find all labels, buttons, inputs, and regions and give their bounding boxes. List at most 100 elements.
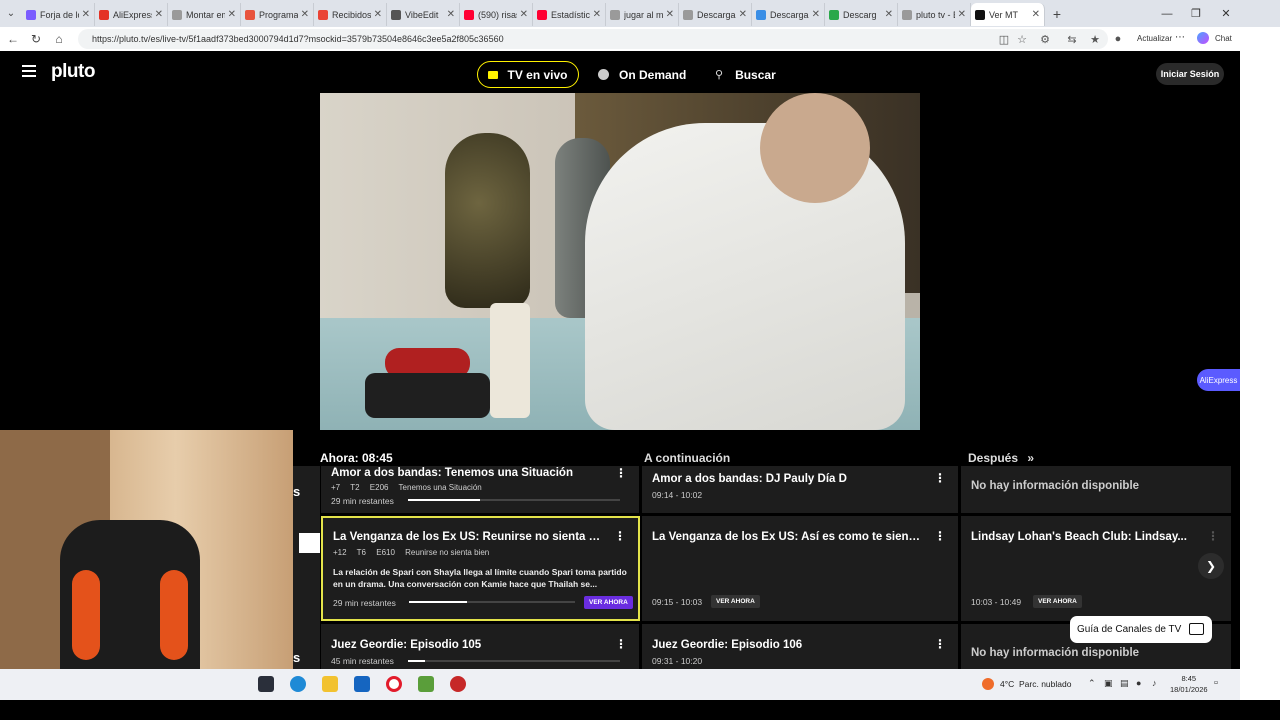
program-cell-after[interactable]: No hay información disponible bbox=[961, 466, 1231, 513]
home-icon[interactable]: ⌂ bbox=[48, 32, 70, 46]
outlook-icon[interactable] bbox=[354, 676, 370, 692]
windows-icon[interactable] bbox=[258, 676, 274, 692]
tab-close-icon[interactable]: ✕ bbox=[301, 9, 309, 20]
tab-close-icon[interactable]: ✕ bbox=[666, 9, 674, 20]
watch-now-button[interactable]: VER AHORA bbox=[1033, 595, 1082, 608]
tab-close-icon[interactable]: ✕ bbox=[812, 9, 820, 20]
collections-icon[interactable]: ★ bbox=[1087, 31, 1103, 47]
url-bar[interactable]: https://pluto.tv/es/live-tv/5f1aadf373be… bbox=[78, 29, 1108, 49]
tray-icon[interactable]: ▣ bbox=[1104, 678, 1113, 689]
profile-avatar[interactable]: ● bbox=[1110, 31, 1126, 47]
microphone-icon[interactable]: ● bbox=[1136, 678, 1141, 688]
edge-icon[interactable] bbox=[290, 676, 306, 692]
aliexpress-floating-button[interactable]: AliExpress bbox=[1197, 369, 1240, 391]
copilot-icon[interactable] bbox=[1197, 32, 1209, 44]
program-cell-now-selected[interactable]: La Venganza de los Ex US: Reunirse no si… bbox=[321, 516, 640, 621]
back-icon[interactable]: ← bbox=[2, 32, 24, 46]
app-icon[interactable] bbox=[450, 676, 466, 692]
browser-tab[interactable]: Montar em✕ bbox=[168, 3, 241, 26]
browser-tab[interactable]: Recibidos (✕ bbox=[314, 3, 387, 26]
opera-icon[interactable] bbox=[386, 676, 402, 692]
program-cell-after[interactable]: Lindsay Lohan's Beach Club: Lindsay... 1… bbox=[961, 516, 1231, 621]
tab-close-icon[interactable]: ✕ bbox=[1032, 9, 1040, 20]
tab-close-icon[interactable]: ✕ bbox=[958, 9, 966, 20]
episode-title: Reunirse no sienta bien bbox=[405, 548, 490, 557]
sync-icon[interactable]: ⇆ bbox=[1064, 31, 1080, 47]
video-player[interactable] bbox=[320, 93, 920, 430]
program-cell-next[interactable]: Amor a dos bandas: DJ Pauly Día D 09:14 … bbox=[642, 466, 958, 513]
tab-close-icon[interactable]: ✕ bbox=[520, 9, 528, 20]
tab-label: Descarga R bbox=[770, 9, 809, 20]
more-options-icon[interactable]: ⋮ bbox=[1207, 529, 1219, 543]
network-icon[interactable]: ▤ bbox=[1120, 678, 1129, 689]
tab-close-icon[interactable]: ✕ bbox=[374, 9, 382, 20]
system-clock[interactable]: 8:45 18/01/2026 bbox=[1170, 673, 1208, 695]
more-options-icon[interactable]: ⋮ bbox=[934, 529, 946, 543]
more-options-icon[interactable]: ⋮ bbox=[615, 466, 627, 480]
close-window-icon[interactable]: ✕ bbox=[1211, 0, 1241, 27]
tab-close-icon[interactable]: ✕ bbox=[155, 9, 163, 20]
browser-tab[interactable]: Estadísticas✕ bbox=[533, 3, 606, 26]
tab-close-icon[interactable]: ✕ bbox=[447, 9, 455, 20]
maximize-icon[interactable]: ❐ bbox=[1181, 0, 1211, 27]
browser-tab[interactable]: (590) risas ✕ bbox=[460, 3, 533, 26]
browser-tab[interactable]: VibeEdit ✕ bbox=[387, 3, 460, 26]
minecraft-icon[interactable] bbox=[418, 676, 434, 692]
browser-tab[interactable]: Ver MT ✕ bbox=[971, 3, 1045, 26]
browser-tab[interactable]: Descarg ✕ bbox=[825, 3, 898, 26]
files-icon[interactable] bbox=[322, 676, 338, 692]
minimize-icon[interactable]: — bbox=[1152, 0, 1182, 27]
chat-button[interactable]: Chat bbox=[1215, 34, 1232, 43]
program-cell-next[interactable]: Juez Geordie: Episodio 106 09:31 - 10:20… bbox=[642, 624, 958, 669]
tab-favicon-icon bbox=[391, 9, 401, 20]
program-cell-next[interactable]: La Venganza de los Ex US: Así es como te… bbox=[642, 516, 958, 621]
temperature: 4°C bbox=[1000, 679, 1015, 689]
tv-guide-button[interactable]: Guía de Canales de TV bbox=[1070, 616, 1212, 643]
more-options-icon[interactable]: ⋮ bbox=[614, 529, 626, 543]
live-tv-button[interactable]: TV en vivo bbox=[477, 61, 579, 88]
watch-now-button[interactable]: VER AHORA bbox=[711, 595, 760, 608]
remaining-time: 29 min restantes bbox=[333, 598, 396, 608]
browser-tab[interactable]: jugar al my✕ bbox=[606, 3, 679, 26]
browser-tab[interactable]: Descargar l✕ bbox=[679, 3, 752, 26]
more-menu-icon[interactable]: ⋯ bbox=[1175, 32, 1185, 43]
tab-close-icon[interactable]: ✕ bbox=[82, 9, 90, 20]
after-column-header[interactable]: Después » bbox=[968, 451, 1034, 465]
tab-close-icon[interactable]: ✕ bbox=[885, 9, 893, 20]
new-tab-button[interactable]: + bbox=[1045, 6, 1069, 22]
tab-close-icon[interactable]: ✕ bbox=[593, 9, 601, 20]
pluto-logo[interactable]: pluto bbox=[51, 61, 95, 83]
update-button[interactable]: Actualizar bbox=[1137, 34, 1172, 43]
login-button[interactable]: Iniciar Sesión bbox=[1156, 63, 1224, 85]
browser-tab[interactable]: Descarga R✕ bbox=[752, 3, 825, 26]
channel-logo-fragment: s bbox=[293, 650, 301, 665]
tab-favicon-icon bbox=[318, 9, 328, 20]
more-options-icon[interactable]: ⋮ bbox=[934, 637, 946, 651]
weather-icon bbox=[982, 678, 994, 690]
split-view-icon[interactable]: ◫ bbox=[996, 31, 1012, 47]
chevron-right-icon[interactable]: ❯ bbox=[1198, 553, 1224, 579]
browser-tab[interactable]: Forja de los✕ bbox=[22, 3, 95, 26]
notifications-icon[interactable]: ▫ bbox=[1214, 677, 1218, 689]
watch-now-button[interactable]: VER AHORA bbox=[584, 596, 633, 609]
program-cell-now[interactable]: Amor a dos bandas: Tenemos una Situación… bbox=[321, 466, 639, 513]
on-demand-button[interactable]: On Demand bbox=[598, 61, 686, 88]
tab-list-dropdown-icon[interactable]: ⌄ bbox=[0, 0, 22, 27]
more-options-icon[interactable]: ⋮ bbox=[615, 637, 627, 651]
browser-tab[interactable]: Programaci✕ bbox=[241, 3, 314, 26]
browser-tab[interactable]: pluto tv - B✕ bbox=[898, 3, 971, 26]
favorite-star-icon[interactable]: ☆ bbox=[1014, 31, 1030, 47]
chevron-up-icon[interactable]: ⌃ bbox=[1088, 678, 1096, 689]
program-cell-now[interactable]: Juez Geordie: Episodio 105 45 min restan… bbox=[321, 624, 639, 669]
search-button[interactable]: ⚲ Buscar bbox=[715, 61, 776, 88]
tab-close-icon[interactable]: ✕ bbox=[228, 9, 236, 20]
browser-tab[interactable]: AliExpress ✕ bbox=[95, 3, 168, 26]
speaker-icon[interactable]: ♪ bbox=[1152, 678, 1157, 688]
tab-label: Montar em bbox=[186, 9, 225, 20]
tab-close-icon[interactable]: ✕ bbox=[739, 9, 747, 20]
hamburger-menu-icon[interactable] bbox=[22, 65, 36, 77]
weather-widget[interactable]: 4°C Parc. nublado bbox=[982, 678, 1071, 690]
more-options-icon[interactable]: ⋮ bbox=[934, 471, 946, 485]
extensions-icon[interactable]: ⚙ bbox=[1037, 31, 1053, 47]
reload-icon[interactable]: ↻ bbox=[25, 32, 47, 46]
